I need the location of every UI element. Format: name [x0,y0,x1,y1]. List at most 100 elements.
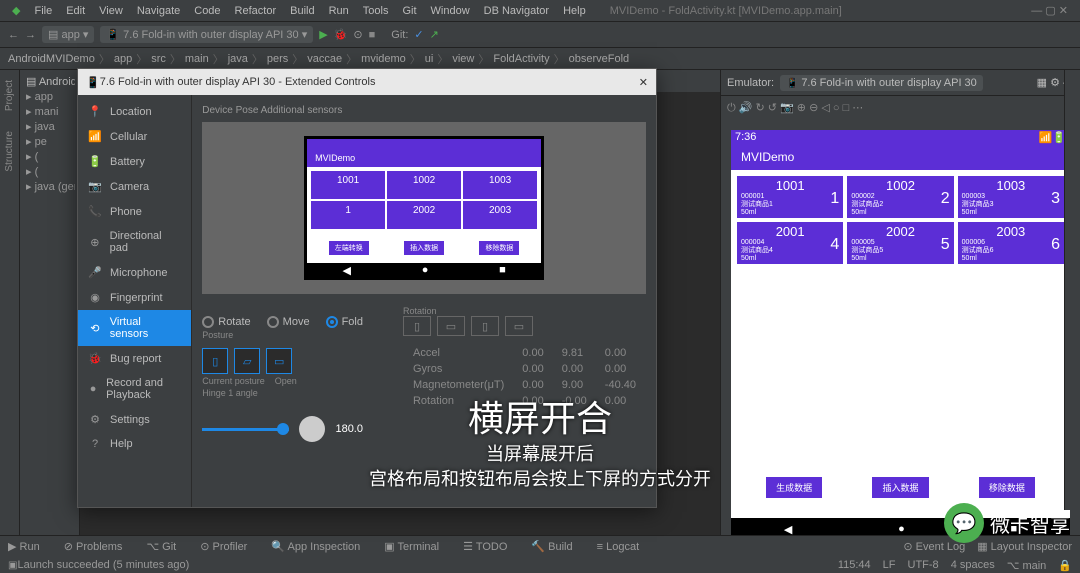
tool-window-tab[interactable]: ⌥ Git [146,540,176,553]
emu-card[interactable]: 2003000006测试商品650ml6 [958,222,1064,264]
rot-portrait-rev[interactable]: ▯ [471,316,499,336]
window-title: MVIDemo - FoldActivity.kt [MVIDemo.app.m… [604,3,848,19]
profile-icon[interactable]: ⊙ [353,28,362,41]
device-dropdown[interactable]: 📱 7.6 Fold-in with outer display API 30 … [100,26,313,43]
tool-window-tab[interactable]: ⊙ Profiler [200,540,247,553]
menu-refactor[interactable]: Refactor [229,3,283,19]
sidebar-item-bug-report[interactable]: 🐞Bug report [78,346,191,371]
sidebar-item-cellular[interactable]: 📶Cellular [78,124,191,149]
tool-window-tab[interactable]: ⊘ Problems [64,540,123,553]
nav-back-icon[interactable]: ← [8,29,19,41]
menu-code[interactable]: Code [188,3,226,19]
debug-icon[interactable]: 🐞 [334,28,348,41]
sidebar-item-camera[interactable]: 📷Camera [78,174,191,199]
tree-node[interactable]: ▸ mani [24,104,75,119]
emulator-screen[interactable]: 7:36📶🔋 MVIDemo 1001000001测试商品150ml110020… [731,130,1070,540]
sidebar-item-fingerprint[interactable]: ◉Fingerprint [78,285,191,310]
tree-node[interactable]: ▸ java (generated) [24,179,75,194]
menu-git[interactable]: Git [396,3,422,19]
crumb[interactable]: FoldActivity [493,53,549,65]
sidebar-item-directional-pad[interactable]: ⊕Directional pad [78,224,191,260]
project-tool-label[interactable]: Project [4,80,15,111]
window-controls[interactable]: — ▢ ✕ [1025,2,1074,19]
menu-edit[interactable]: Edit [60,3,91,19]
crumb[interactable]: view [452,53,474,65]
sidebar-item-help[interactable]: ?Help [78,432,191,456]
menu-view[interactable]: View [93,3,129,19]
radio-rotate[interactable]: Rotate [202,316,250,328]
radio-move[interactable]: Move [267,316,310,328]
tree-node[interactable]: ▸ ( [24,149,75,164]
menu-db navigator[interactable]: DB Navigator [478,3,555,19]
tree-node[interactable]: ▸ pe [24,134,75,149]
nav-fwd-icon[interactable]: → [25,29,36,41]
crumb[interactable]: ui [425,53,434,65]
rot-landscape[interactable]: ▭ [437,316,465,336]
project-tree[interactable]: ▤ Android ▾ ▸ app▸ mani▸ java▸ pe▸ (▸ (▸… [20,70,80,550]
posture-open[interactable]: ▭ [266,348,292,374]
extended-controls-dialog: 📱 7.6 Fold-in with outer display API 30 … [77,68,657,508]
rot-portrait[interactable]: ▯ [403,316,431,336]
radio-fold[interactable]: Fold [326,316,363,328]
tool-window-tab[interactable]: ▣ Terminal [384,540,439,553]
menu-help[interactable]: Help [557,3,592,19]
posture-half[interactable]: ▱ [234,348,260,374]
emu-card[interactable]: 1002000002测试商品250ml2 [847,176,953,218]
git-push-icon[interactable]: ↗ [430,28,439,41]
rot-landscape-rev[interactable]: ▭ [505,316,533,336]
hinge-knob[interactable] [299,416,325,442]
right-tool-strip[interactable] [1064,70,1080,510]
crumb[interactable]: AndroidMVIDemo [8,53,95,65]
emu-card[interactable]: 1001000001测试商品150ml1 [737,176,843,218]
tool-window-tab[interactable]: ≡ Logcat [597,541,640,553]
git-update-icon[interactable]: ✓ [414,28,423,41]
menu-navigate[interactable]: Navigate [131,3,186,19]
tool-window-tab[interactable]: ▶ Run [8,540,40,553]
crumb[interactable]: mvidemo [361,53,406,65]
sidebar-item-settings[interactable]: ⚙Settings [78,407,191,432]
left-tool-strip[interactable]: Project Structure [0,70,20,550]
tree-node[interactable]: ▸ app [24,89,75,104]
crumb[interactable]: app [114,53,132,65]
bottom-toolbar[interactable]: ▶ Run ⊘ Problems ⌥ Git ⊙ Profiler 🔍 App Insp… [0,535,1080,557]
run-icon[interactable]: ▶ [319,28,327,41]
hinge-slider[interactable] [202,428,289,431]
posture-closed[interactable]: ▯ [202,348,228,374]
crumb[interactable]: vaccae [307,53,342,65]
run-config-dropdown[interactable]: ▤ app ▾ [42,26,94,43]
emu-card[interactable]: 2002000005测试商品550ml5 [847,222,953,264]
emulator-toolbar[interactable]: ⏻ 🔊 ↻ ↺ 📷 ⊕ ⊖ ◁ ○ □ ⋯ [721,96,1080,120]
emu-card[interactable]: 2001000004测试商品450ml4 [737,222,843,264]
sidebar-item-microphone[interactable]: 🎤Microphone [78,260,191,285]
menu-build[interactable]: Build [284,3,320,19]
menu-run[interactable]: Run [323,3,355,19]
sidebar-item-location[interactable]: 📍Location [78,99,191,124]
crumb[interactable]: main [185,53,209,65]
close-icon[interactable]: ✕ [639,76,648,89]
sidebar-item-virtual-sensors[interactable]: ⟲Virtual sensors [78,310,191,346]
tree-node[interactable]: ▸ java [24,119,75,134]
menu-file[interactable]: File [28,3,58,19]
tool-window-tab[interactable]: 🔍 App Inspection [271,540,360,553]
sidebar-item-record-and-playback[interactable]: ●Record and Playback [78,371,191,407]
crumb[interactable]: pers [267,53,288,65]
crumb[interactable]: java [228,53,248,65]
sidebar-item-battery[interactable]: 🔋Battery [78,149,191,174]
tool-window-tab[interactable]: ☰ TODO [463,540,507,553]
dialog-titlebar[interactable]: 📱 7.6 Fold-in with outer display API 30 … [78,69,656,95]
crumb[interactable]: observeFold [569,53,630,65]
menu-tools[interactable]: Tools [357,3,395,19]
tree-node[interactable]: ▸ ( [24,164,75,179]
sidebar-item-phone[interactable]: 📞Phone [78,199,191,224]
tool-window-tab[interactable]: 🔨 Build [531,540,572,553]
emu-button[interactable]: 移除数据 [979,477,1035,498]
emulator-device-tab[interactable]: 📱 7.6 Fold-in with outer display API 30 [780,75,983,91]
emu-button[interactable]: 插入数据 [872,477,928,498]
crumb[interactable]: src [151,53,166,65]
stop-icon[interactable]: ■ [369,29,376,41]
device-preview[interactable]: MVIDemo 100110021003120022003 左端转换插入数据移除… [202,122,646,294]
emu-button[interactable]: 生成数据 [766,477,822,498]
structure-tool-label[interactable]: Structure [4,131,15,172]
menu-window[interactable]: Window [425,3,476,19]
emu-card[interactable]: 1003000003测试商品350ml3 [958,176,1064,218]
